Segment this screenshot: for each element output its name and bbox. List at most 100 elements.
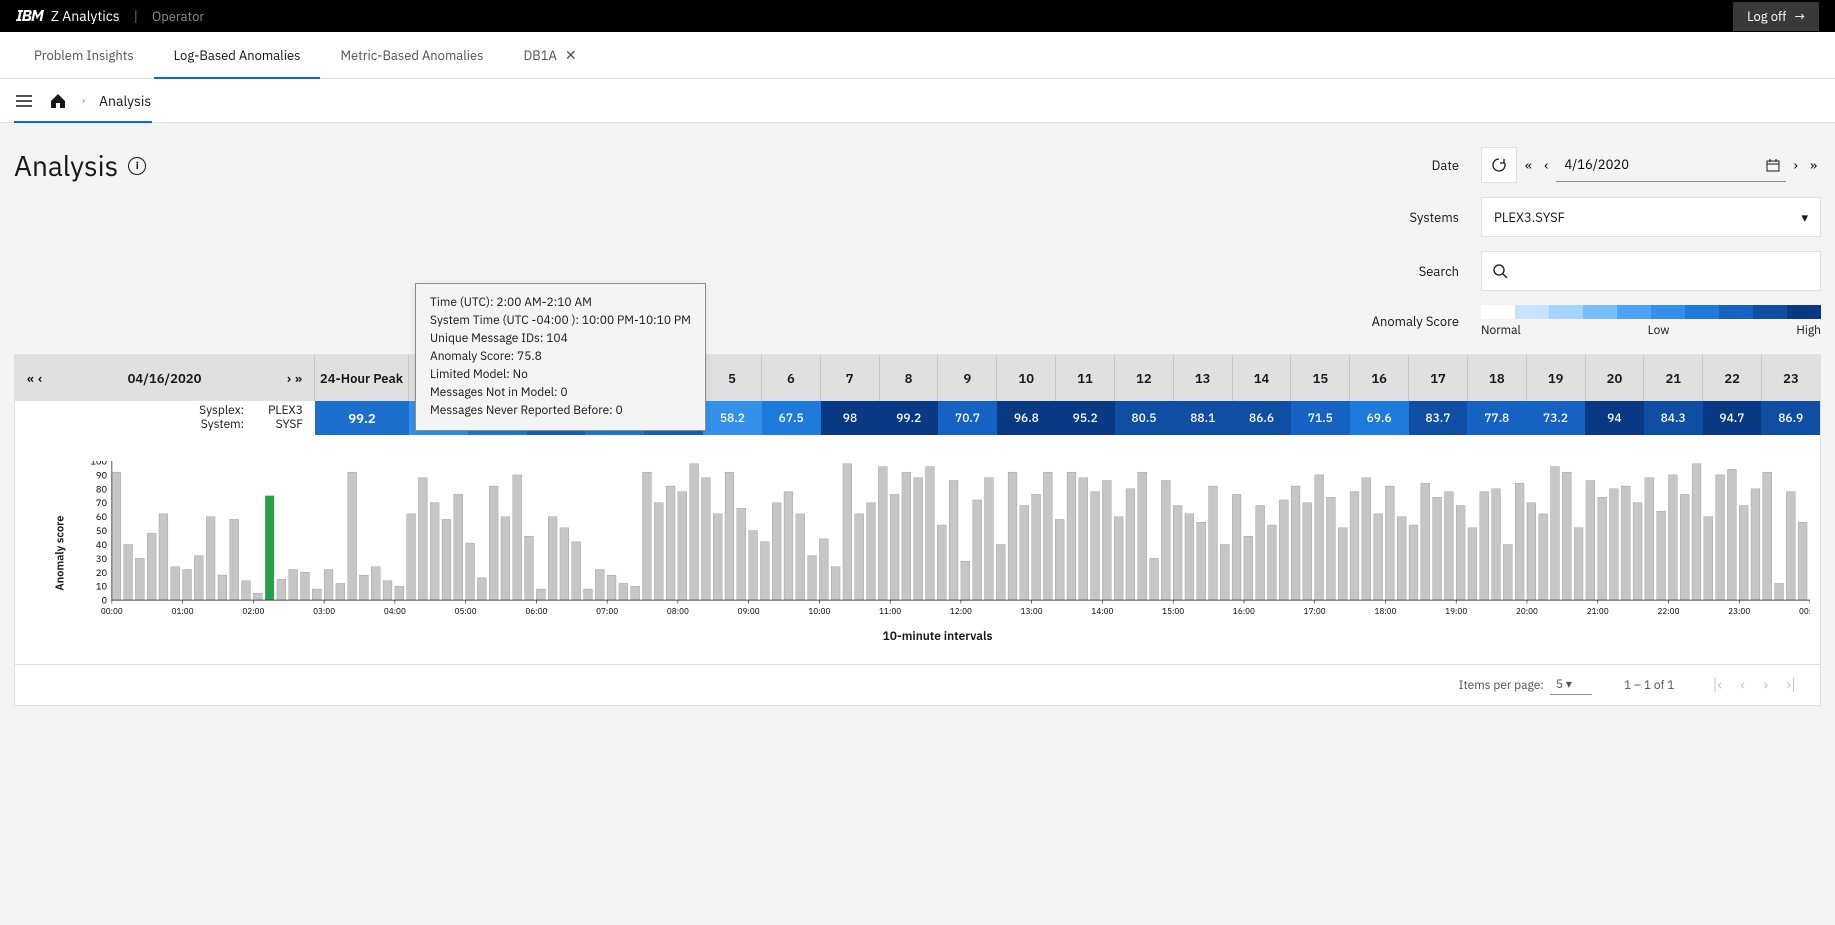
hour-cell-12[interactable]: 80.5 <box>1115 401 1174 435</box>
svg-text:08:00: 08:00 <box>667 607 689 617</box>
hour-cell-14[interactable]: 86.6 <box>1232 401 1291 435</box>
hour-header: 11 <box>1056 355 1115 401</box>
page-last-icon[interactable]: ›| <box>1780 675 1802 695</box>
hour-header: 15 <box>1291 355 1350 401</box>
hour-header: 14 <box>1233 355 1292 401</box>
hour-cell-6[interactable]: 67.5 <box>762 401 821 435</box>
refresh-button[interactable] <box>1481 147 1517 183</box>
role-label: Operator <box>152 8 204 25</box>
systems-dropdown[interactable]: PLEX3.SYSF ▾ <box>1481 197 1821 237</box>
hour-header: 12 <box>1115 355 1174 401</box>
tab-label: Metric-Based Anomalies <box>340 47 483 64</box>
title-row: Analysis i Date « ‹ › » Systems <box>14 147 1821 338</box>
svg-text:0: 0 <box>102 594 108 607</box>
tab-label: Problem Insights <box>34 47 134 64</box>
home-icon[interactable] <box>48 91 68 111</box>
chart-zone: Anomaly score 010203040506070809010000:0… <box>15 441 1820 664</box>
hour-cell-21[interactable]: 84.3 <box>1644 401 1703 435</box>
system-label: System: <box>199 418 244 432</box>
brand-block: IBM Z Analytics | Operator <box>16 6 204 26</box>
sysplex-value: PLEX3 <box>268 404 303 418</box>
peak-value[interactable]: 99.2 <box>315 401 409 435</box>
items-per-page-value: 5 <box>1556 677 1563 692</box>
brand-separator: | <box>134 7 138 25</box>
heat-header: « ‹ 04/16/2020 › » 24-Hour Peak 01234567… <box>15 355 1820 401</box>
heat-next-fast-icon[interactable]: » <box>295 370 302 387</box>
hour-header: 17 <box>1409 355 1468 401</box>
chevron-right-icon[interactable]: › <box>1790 156 1802 174</box>
svg-text:23:00: 23:00 <box>1728 607 1750 617</box>
tab-problem-insights[interactable]: Problem Insights <box>14 32 154 78</box>
chart-ylabel: Anomaly score <box>54 515 68 590</box>
page-first-icon[interactable]: |‹ <box>1706 675 1728 695</box>
legend-normal: Normal <box>1481 323 1521 338</box>
hour-cell-17[interactable]: 83.7 <box>1409 401 1468 435</box>
filters-panel: Date « ‹ › » Systems PLEX3.SYSF <box>1372 147 1821 338</box>
caret-down-icon: ▾ <box>1801 209 1808 226</box>
svg-text:11:00: 11:00 <box>879 607 901 617</box>
search-input[interactable] <box>1516 263 1810 280</box>
svg-text:16:00: 16:00 <box>1233 607 1255 617</box>
heat-row: Sysplex: System: PLEX3 SYSF 99.2 50.462.… <box>15 401 1820 435</box>
svg-text:05:00: 05:00 <box>455 607 477 617</box>
hour-cell-5[interactable]: 58.2 <box>703 401 762 435</box>
items-per-page-select[interactable]: 5 ▾ <box>1550 675 1592 695</box>
svg-text:50: 50 <box>96 524 108 537</box>
svg-text:60: 60 <box>96 510 108 523</box>
hour-cell-23[interactable]: 86.9 <box>1761 401 1820 435</box>
search-label: Search <box>1372 263 1459 280</box>
tab-log-based-anomalies[interactable]: Log-Based Anomalies <box>154 32 321 78</box>
hour-cell-11[interactable]: 95.2 <box>1056 401 1115 435</box>
page-next-icon[interactable]: › <box>1757 675 1774 695</box>
logoff-button[interactable]: Log off → <box>1733 2 1819 31</box>
heat-next-icon[interactable]: › <box>287 370 291 387</box>
hour-cell-18[interactable]: 77.8 <box>1467 401 1526 435</box>
hour-cell-22[interactable]: 94.7 <box>1703 401 1762 435</box>
svg-text:70: 70 <box>96 496 108 509</box>
svg-text:100: 100 <box>90 461 107 467</box>
hour-cell-15[interactable]: 71.5 <box>1291 401 1350 435</box>
svg-text:19:00: 19:00 <box>1445 607 1467 617</box>
close-icon[interactable]: ✕ <box>565 46 577 64</box>
svg-text:14:00: 14:00 <box>1091 607 1113 617</box>
svg-text:22:00: 22:00 <box>1657 607 1679 617</box>
hour-cell-19[interactable]: 73.2 <box>1526 401 1585 435</box>
page-prev-icon[interactable]: ‹ <box>1734 675 1751 695</box>
svg-text:04:00: 04:00 <box>384 607 406 617</box>
double-chevron-right-icon[interactable]: » <box>1806 156 1821 174</box>
logoff-label: Log off <box>1747 8 1786 25</box>
menu-icon[interactable] <box>14 91 34 111</box>
svg-text:06:00: 06:00 <box>525 607 547 617</box>
tooltip: Time (UTC): 2:00 AM-2:10 AMSystem Time (… <box>415 283 706 431</box>
chevron-left-icon[interactable]: ‹ <box>1540 156 1552 174</box>
pagination-bar: Items per page: 5 ▾ 1 – 1 of 1 |‹ ‹ › ›| <box>15 664 1820 705</box>
anomaly-chart[interactable]: 010203040506070809010000:0001:0002:0003:… <box>65 461 1810 621</box>
svg-text:01:00: 01:00 <box>172 607 194 617</box>
hour-cell-13[interactable]: 88.1 <box>1173 401 1232 435</box>
hour-header: 7 <box>821 355 880 401</box>
peak-header: 24-Hour Peak <box>315 355 409 401</box>
hour-header: 20 <box>1586 355 1645 401</box>
search-box[interactable] <box>1481 251 1821 291</box>
hour-cell-8[interactable]: 99.2 <box>879 401 938 435</box>
svg-text:10:00: 10:00 <box>808 607 830 617</box>
hour-cell-7[interactable]: 98 <box>821 401 880 435</box>
svg-text:90: 90 <box>96 468 108 481</box>
info-icon[interactable]: i <box>128 157 146 175</box>
breadcrumb-item[interactable]: Analysis <box>99 92 151 110</box>
heat-prev-fast-icon[interactable]: « <box>27 370 34 387</box>
tab-db1a[interactable]: DB1A✕ <box>504 32 597 78</box>
hour-cell-20[interactable]: 94 <box>1585 401 1644 435</box>
systems-value: PLEX3.SYSF <box>1494 209 1565 226</box>
svg-text:00:00: 00:00 <box>101 607 123 617</box>
tab-metric-based-anomalies[interactable]: Metric-Based Anomalies <box>320 32 503 78</box>
heat-prev-icon[interactable]: ‹ <box>38 370 42 387</box>
date-input[interactable] <box>1556 148 1785 182</box>
hour-cell-16[interactable]: 69.6 <box>1350 401 1409 435</box>
date-label: Date <box>1372 157 1459 174</box>
hour-cell-9[interactable]: 70.7 <box>938 401 997 435</box>
system-value: SYSF <box>268 418 303 432</box>
double-chevron-left-icon[interactable]: « <box>1521 156 1536 174</box>
hour-header: 22 <box>1703 355 1762 401</box>
hour-cell-10[interactable]: 96.8 <box>997 401 1056 435</box>
